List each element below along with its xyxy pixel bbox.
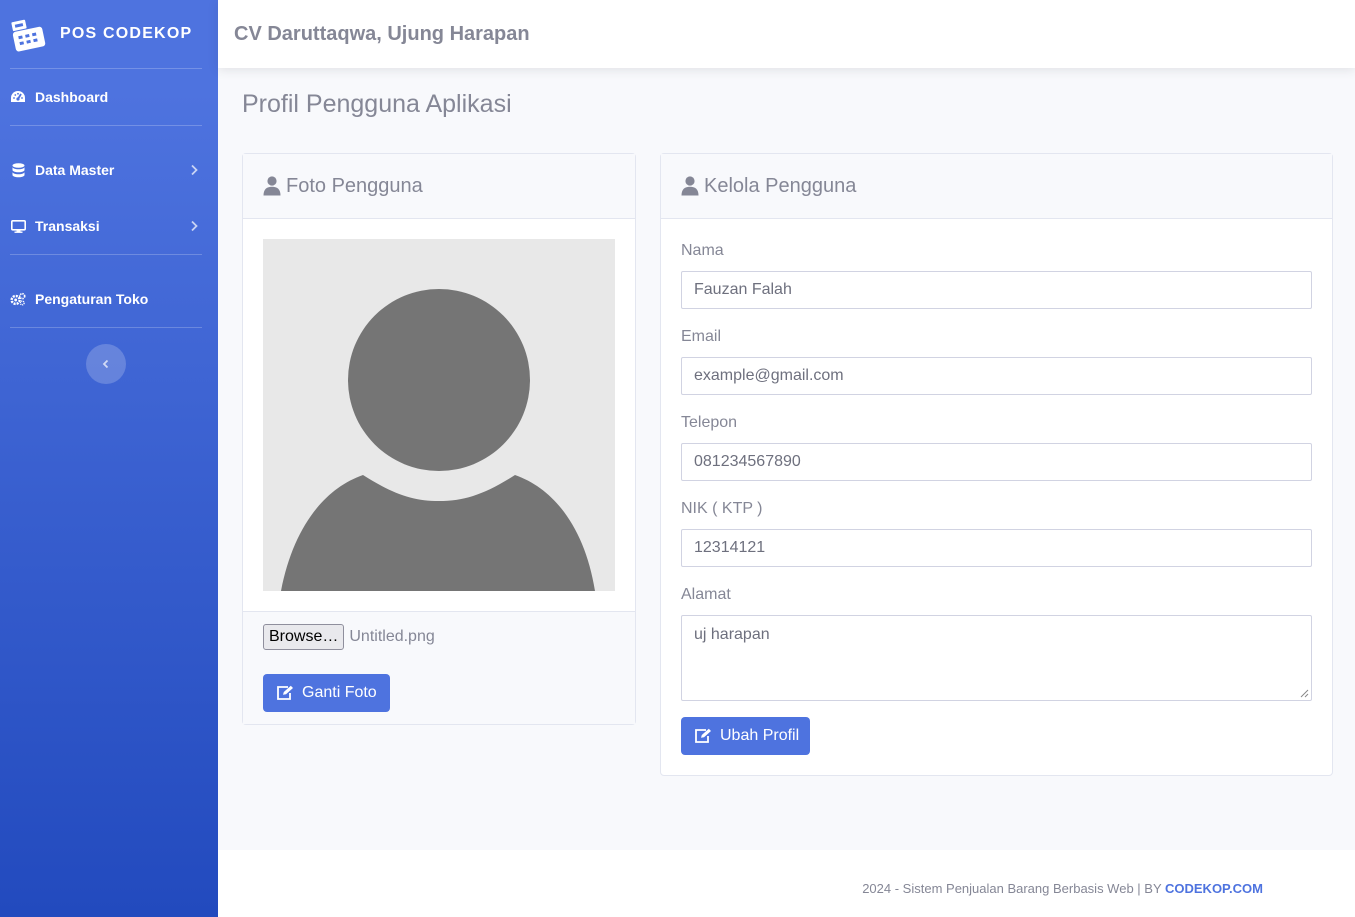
photo-card: Foto Pengguna Browse… Untitled.png Ganti… <box>242 153 636 725</box>
sidebar-toggle-button[interactable] <box>86 344 126 384</box>
edit-icon <box>695 728 711 743</box>
chevron-left-icon <box>102 359 109 369</box>
update-profile-label: Ubah Profil <box>720 727 800 744</box>
edit-icon <box>277 685 293 700</box>
footer-text: 2024 - Sistem Penjualan Barang Berbasis … <box>862 881 1263 896</box>
nama-field[interactable]: Fauzan Falah <box>681 271 1312 309</box>
sidebar-item-label: Transaksi <box>35 218 100 234</box>
update-profile-button[interactable]: Ubah Profil <box>681 717 810 755</box>
telepon-label: Telepon <box>681 414 738 431</box>
file-input[interactable]: Browse… Untitled.png <box>263 624 435 650</box>
photo-card-header: Foto Pengguna <box>243 154 635 219</box>
tachometer-icon <box>10 89 26 105</box>
chevron-right-icon <box>191 220 198 232</box>
profile-card-title: Kelola Pengguna <box>704 174 857 197</box>
footer-link[interactable]: CODEKOP.COM <box>1165 881 1263 896</box>
page-title: Profil Pengguna Aplikasi <box>242 90 512 118</box>
sidebar-item-label: Dashboard <box>35 89 109 105</box>
resize-handle-icon[interactable] <box>1300 689 1309 698</box>
sidebar-item-label: Pengaturan Toko <box>35 291 149 307</box>
alamat-value: uj harapan <box>694 626 770 643</box>
nik-field[interactable]: 12314121 <box>681 529 1312 567</box>
chevron-right-icon <box>191 164 198 176</box>
sidebar-item-label: Data Master <box>35 162 115 178</box>
profile-card-header: Kelola Pengguna <box>661 154 1332 219</box>
footer: 2024 - Sistem Penjualan Barang Berbasis … <box>218 850 1355 917</box>
file-name: Untitled.png <box>349 628 435 645</box>
store-name: CV Daruttaqwa, Ujung Harapan <box>234 22 530 45</box>
sidebar: POS CODEKOP Dashboard Data Master Transa… <box>0 0 218 917</box>
avatar-placeholder-icon <box>281 289 595 591</box>
sidebar-item-transaksi[interactable]: Transaksi <box>0 198 218 254</box>
profile-card: Kelola Pengguna Nama Fauzan Falah Email … <box>660 153 1333 776</box>
cogs-icon <box>10 291 26 307</box>
nama-label: Nama <box>681 242 724 259</box>
change-photo-label: Ganti Foto <box>302 684 377 701</box>
topbar: CV Daruttaqwa, Ujung Harapan <box>218 0 1355 68</box>
desktop-icon <box>10 218 26 234</box>
sidebar-item-data-master[interactable]: Data Master <box>0 142 218 198</box>
email-label: Email <box>681 328 722 345</box>
sidebar-item-pengaturan-toko[interactable]: Pengaturan Toko <box>0 271 218 327</box>
telepon-field[interactable]: 081234567890 <box>681 443 1312 481</box>
user-icon <box>263 176 281 196</box>
brand-name: POS CODEKOP <box>60 25 193 42</box>
avatar <box>263 239 615 591</box>
alamat-field[interactable]: uj harapan <box>681 615 1312 701</box>
copyright-text: 2024 - Sistem Penjualan Barang Berbasis … <box>862 881 1165 896</box>
change-photo-button[interactable]: Ganti Foto <box>263 674 390 712</box>
database-icon <box>10 162 26 178</box>
user-icon <box>681 176 699 196</box>
photo-card-title: Foto Pengguna <box>286 174 423 197</box>
sidebar-item-dashboard[interactable]: Dashboard <box>0 69 218 125</box>
email-field[interactable]: example@gmail.com <box>681 357 1312 395</box>
sidebar-divider <box>10 327 202 328</box>
brand[interactable]: POS CODEKOP <box>0 0 218 68</box>
photo-card-footer: Browse… Untitled.png Ganti Foto <box>243 611 635 724</box>
alamat-label: Alamat <box>681 586 731 603</box>
nik-label: NIK ( KTP ) <box>681 500 763 517</box>
browse-button[interactable]: Browse… <box>263 624 345 650</box>
cash-register-icon <box>11 19 46 52</box>
